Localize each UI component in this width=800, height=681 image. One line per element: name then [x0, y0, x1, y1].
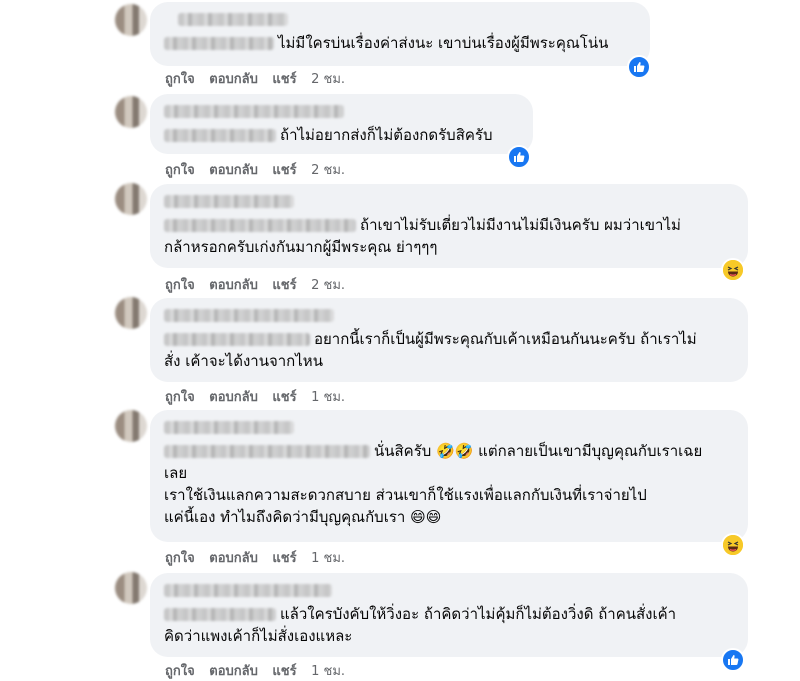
timestamp[interactable]: 1 ชม.	[311, 551, 345, 566]
commenter-name-blurred[interactable]	[164, 309, 334, 322]
redacted-mention	[164, 333, 310, 346]
redacted-mention	[164, 608, 276, 621]
reply-button[interactable]: ตอบกลับ	[209, 72, 258, 87]
comment-bubble: แล้วใครบังคับให้วิ่งอะ ถ้าคิดว่าไม่คุ้มก…	[150, 573, 748, 657]
redacted-mention	[164, 445, 370, 458]
comment-actions: ถูกใจ ตอบกลับ แชร์ 1 ชม.	[165, 547, 355, 568]
avatar[interactable]	[115, 183, 147, 215]
comment-actions: ถูกใจ ตอบกลับ แชร์ 2 ชม.	[165, 68, 355, 89]
comment-bubble: ถ้าไม่อยากส่งก็ไม่ต้องกดรับสิครับ	[150, 94, 533, 154]
comment-text-line: เราใช้เงินแลกความสะดวกสบาย ส่วนเขาก็ใช้แ…	[164, 486, 647, 504]
timestamp[interactable]: 1 ชม.	[311, 390, 345, 405]
commenter-name-blurred[interactable]	[164, 584, 332, 597]
timestamp[interactable]: 2 ชม.	[311, 163, 345, 178]
timestamp[interactable]: 2 ชม.	[311, 278, 345, 293]
comment-text: ถ้าไม่อยากส่งก็ไม่ต้องกดรับสิครับ	[280, 126, 493, 144]
like-button[interactable]: ถูกใจ	[165, 664, 195, 679]
like-button[interactable]: ถูกใจ	[165, 278, 195, 293]
reply-button[interactable]: ตอบกลับ	[209, 278, 258, 293]
commenter-name-blurred[interactable]	[178, 13, 288, 26]
comment-text-line: อยากนี้เราก็เป็นผู้มีพระคุณกับเค้าเหมือน…	[314, 330, 697, 348]
comment-text-line: เลย	[164, 464, 188, 482]
comment-actions: ถูกใจ ตอบกลับ แชร์ 1 ชม.	[165, 386, 355, 407]
share-button[interactable]: แชร์	[272, 72, 296, 87]
comment-bubble: อยากนี้เราก็เป็นผู้มีพระคุณกับเค้าเหมือน…	[150, 298, 748, 382]
reply-button[interactable]: ตอบกลับ	[209, 163, 258, 178]
comment-bubble: ไม่มีใครบ่นเรื่องค่าส่งนะ เขาบ่นเรื่องผู…	[150, 2, 650, 66]
share-button[interactable]: แชร์	[272, 163, 296, 178]
comment-actions: ถูกใจ ตอบกลับ แชร์ 1 ชม.	[165, 660, 355, 681]
commenter-name-blurred[interactable]	[164, 195, 294, 208]
like-button[interactable]: ถูกใจ	[165, 551, 195, 566]
comment-text-line: แค่นี้เอง ทำไมถึงคิดว่ามีบุญคุณกับเรา 😄😄	[164, 508, 442, 526]
avatar[interactable]	[115, 297, 147, 329]
reply-button[interactable]: ตอบกลับ	[209, 551, 258, 566]
reply-button[interactable]: ตอบกลับ	[209, 390, 258, 405]
avatar[interactable]	[115, 4, 147, 36]
share-button[interactable]: แชร์	[272, 278, 296, 293]
comment-text-line: สั่ง เค้าจะได้งานจากไหน	[164, 352, 323, 370]
haha-icon[interactable]	[721, 258, 745, 282]
avatar[interactable]	[115, 96, 147, 128]
comment-text-line: คิดว่าแพงเค้าก็ไม่สั่งเองแหละ	[164, 627, 353, 645]
avatar[interactable]	[115, 572, 147, 604]
comment-bubble: ถ้าเขาไม่รับเตี่ยวไม่มีงานไม่มีเงินครับ …	[150, 184, 748, 268]
like-icon[interactable]	[507, 145, 531, 169]
redacted-mention	[164, 129, 276, 142]
comment-bubble: นั่นสิครับ 🤣🤣 แต่กลายเป็นเขามีบุญคุณกับเ…	[150, 410, 748, 542]
like-icon[interactable]	[721, 648, 745, 672]
redacted-mention	[164, 219, 356, 232]
comment-text-line: นั่นสิครับ 🤣🤣 แต่กลายเป็นเขามีบุญคุณกับเ…	[374, 442, 703, 460]
comment-actions: ถูกใจ ตอบกลับ แชร์ 2 ชม.	[165, 274, 355, 295]
like-icon[interactable]	[627, 55, 651, 79]
commenter-name-blurred[interactable]	[164, 105, 344, 118]
comment-text-line: กล้าหรอกครับเก่งกันมากผู้มีพระคุณ ย่าๆๆๆ	[164, 238, 438, 256]
commenter-name-blurred[interactable]	[164, 421, 294, 434]
haha-icon[interactable]	[721, 533, 745, 557]
redacted-mention	[164, 37, 274, 50]
comment-actions: ถูกใจ ตอบกลับ แชร์ 2 ชม.	[165, 159, 355, 180]
reply-button[interactable]: ตอบกลับ	[209, 664, 258, 679]
timestamp[interactable]: 1 ชม.	[311, 664, 345, 679]
like-button[interactable]: ถูกใจ	[165, 163, 195, 178]
like-button[interactable]: ถูกใจ	[165, 72, 195, 87]
avatar[interactable]	[115, 410, 147, 442]
comment-text: ไม่มีใครบ่นเรื่องค่าส่งนะ เขาบ่นเรื่องผู…	[278, 34, 609, 52]
timestamp[interactable]: 2 ชม.	[311, 72, 345, 87]
share-button[interactable]: แชร์	[272, 390, 296, 405]
share-button[interactable]: แชร์	[272, 664, 296, 679]
like-button[interactable]: ถูกใจ	[165, 390, 195, 405]
comment-text-line: ถ้าเขาไม่รับเตี่ยวไม่มีงานไม่มีเงินครับ …	[360, 216, 681, 234]
comment-text-line: แล้วใครบังคับให้วิ่งอะ ถ้าคิดว่าไม่คุ้มก…	[280, 605, 677, 623]
share-button[interactable]: แชร์	[272, 551, 296, 566]
